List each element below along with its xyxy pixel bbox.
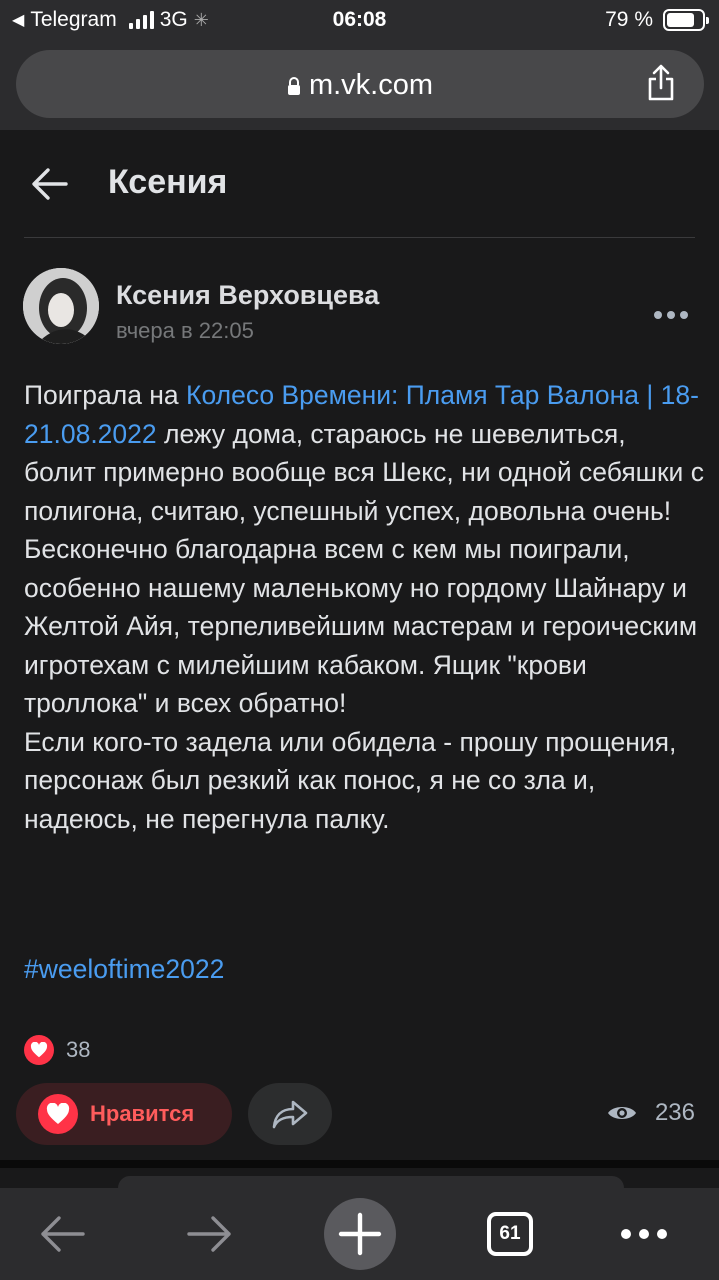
new-tab-button[interactable] <box>322 1188 398 1280</box>
like-button[interactable]: Нравится <box>16 1083 232 1145</box>
status-right: 79 % <box>605 8 709 32</box>
header-divider <box>24 237 695 238</box>
browser-address-area: m.vk.com <box>0 40 719 130</box>
url-display[interactable]: m.vk.com <box>16 69 704 102</box>
page-title: Ксения <box>108 163 228 201</box>
post-text-intro: Поиграла на <box>24 380 187 410</box>
lock-icon <box>287 77 300 96</box>
heart-icon <box>38 1094 78 1134</box>
likes-summary[interactable]: 38 <box>24 1035 90 1065</box>
battery-fill <box>667 13 694 27</box>
status-bar: ◀ Telegram 3G ✳ 06:08 79 % <box>0 0 719 40</box>
browser-toolbar: 61 <box>0 1188 719 1280</box>
post-text: Поиграла на Колесо Времени: Пламя Тар Ва… <box>24 376 704 838</box>
post-text-body: лежу дома, стараюсь не шевелиться, болит… <box>24 418 704 834</box>
tabs-count: 61 <box>487 1212 533 1256</box>
more-menu-button[interactable] <box>606 1188 682 1280</box>
eye-icon <box>607 1107 636 1119</box>
forward-arrow-icon <box>187 1216 231 1252</box>
views-counter: 236 <box>607 1099 695 1127</box>
back-arrow-icon <box>41 1216 85 1252</box>
post-time[interactable]: вчера в 22:05 <box>116 318 254 344</box>
repost-button[interactable] <box>248 1083 332 1145</box>
repost-arrow-icon <box>272 1100 308 1129</box>
share-icon[interactable] <box>646 64 676 102</box>
url-text: m.vk.com <box>308 69 434 101</box>
author-name[interactable]: Ксения Верховцева <box>116 280 379 311</box>
more-dots-icon <box>621 1229 667 1239</box>
post-actions: Нравится 236 <box>0 1083 719 1145</box>
plus-icon <box>324 1198 396 1270</box>
like-label: Нравится <box>90 1101 195 1126</box>
tabs-button[interactable]: 61 <box>472 1188 548 1280</box>
avatar[interactable] <box>23 268 99 344</box>
avatar-image <box>23 268 99 344</box>
browser-back-button[interactable] <box>24 1188 100 1280</box>
post-divider <box>0 1160 719 1168</box>
battery-percent: 79 % <box>605 8 653 31</box>
more-options-icon[interactable] <box>654 308 690 322</box>
likes-count: 38 <box>66 1037 91 1062</box>
heart-reaction-icon <box>24 1035 54 1065</box>
address-bar[interactable]: m.vk.com <box>16 50 704 118</box>
hashtag-link[interactable]: #weeloftime2022 <box>24 954 224 985</box>
browser-forward-button[interactable] <box>172 1188 248 1280</box>
page-header: Ксения <box>0 130 719 238</box>
back-arrow-icon[interactable] <box>30 166 70 202</box>
battery-icon <box>663 9 709 31</box>
views-count: 236 <box>654 1099 695 1126</box>
